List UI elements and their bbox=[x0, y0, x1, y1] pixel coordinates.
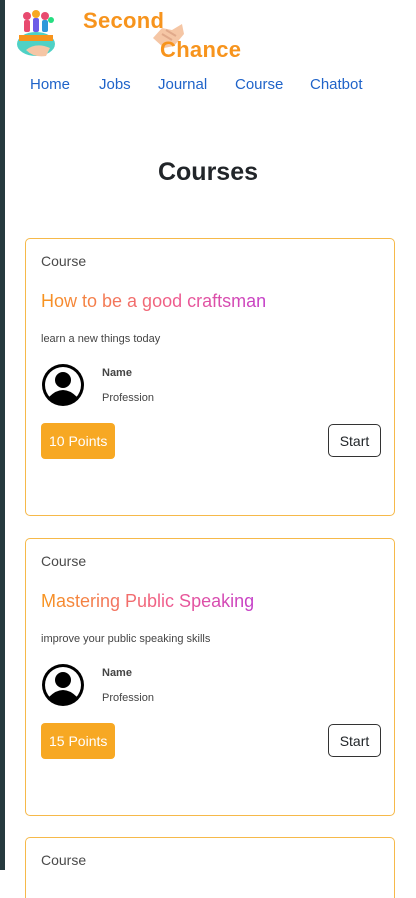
author-name: Name bbox=[102, 367, 132, 379]
points-badge: 10 Points bbox=[41, 423, 116, 459]
page-title: Courses bbox=[157, 158, 259, 186]
card-type-label: Course bbox=[41, 852, 87, 868]
points-badge: 15 Points bbox=[41, 723, 116, 759]
course-description: improve your public speaking skills bbox=[41, 633, 211, 645]
avatar-icon bbox=[41, 363, 85, 407]
avatar-icon bbox=[41, 663, 85, 707]
course-title: Mastering Public Speaking bbox=[41, 591, 255, 611]
nav-home[interactable]: Home bbox=[30, 76, 70, 93]
card-type-label: Course bbox=[41, 553, 87, 569]
nav-chatbot[interactable]: Chatbot bbox=[310, 76, 363, 93]
course-card: Course bbox=[25, 837, 395, 898]
course-title: How to be a good craftsman bbox=[41, 291, 267, 311]
brand-name-line2: Chance bbox=[160, 37, 242, 62]
author-profession: Profession bbox=[102, 392, 154, 404]
author-name: Name bbox=[102, 667, 132, 679]
course-card: Course Mastering Public Speaking improve… bbox=[25, 538, 395, 816]
left-edge-bar bbox=[0, 0, 5, 870]
nav-course[interactable]: Course bbox=[235, 76, 283, 93]
course-card: Course How to be a good craftsman learn … bbox=[25, 238, 395, 516]
start-button[interactable]: Start bbox=[328, 724, 381, 757]
start-button[interactable]: Start bbox=[328, 424, 381, 457]
author-profession: Profession bbox=[102, 692, 154, 704]
card-type-label: Course bbox=[41, 253, 87, 269]
logo-icon[interactable] bbox=[16, 6, 76, 60]
nav-jobs[interactable]: Jobs bbox=[99, 76, 131, 93]
course-description: learn a new things today bbox=[41, 333, 161, 345]
main-nav: Home Jobs Journal Course Chatbot bbox=[0, 76, 416, 96]
nav-journal[interactable]: Journal bbox=[158, 76, 207, 93]
